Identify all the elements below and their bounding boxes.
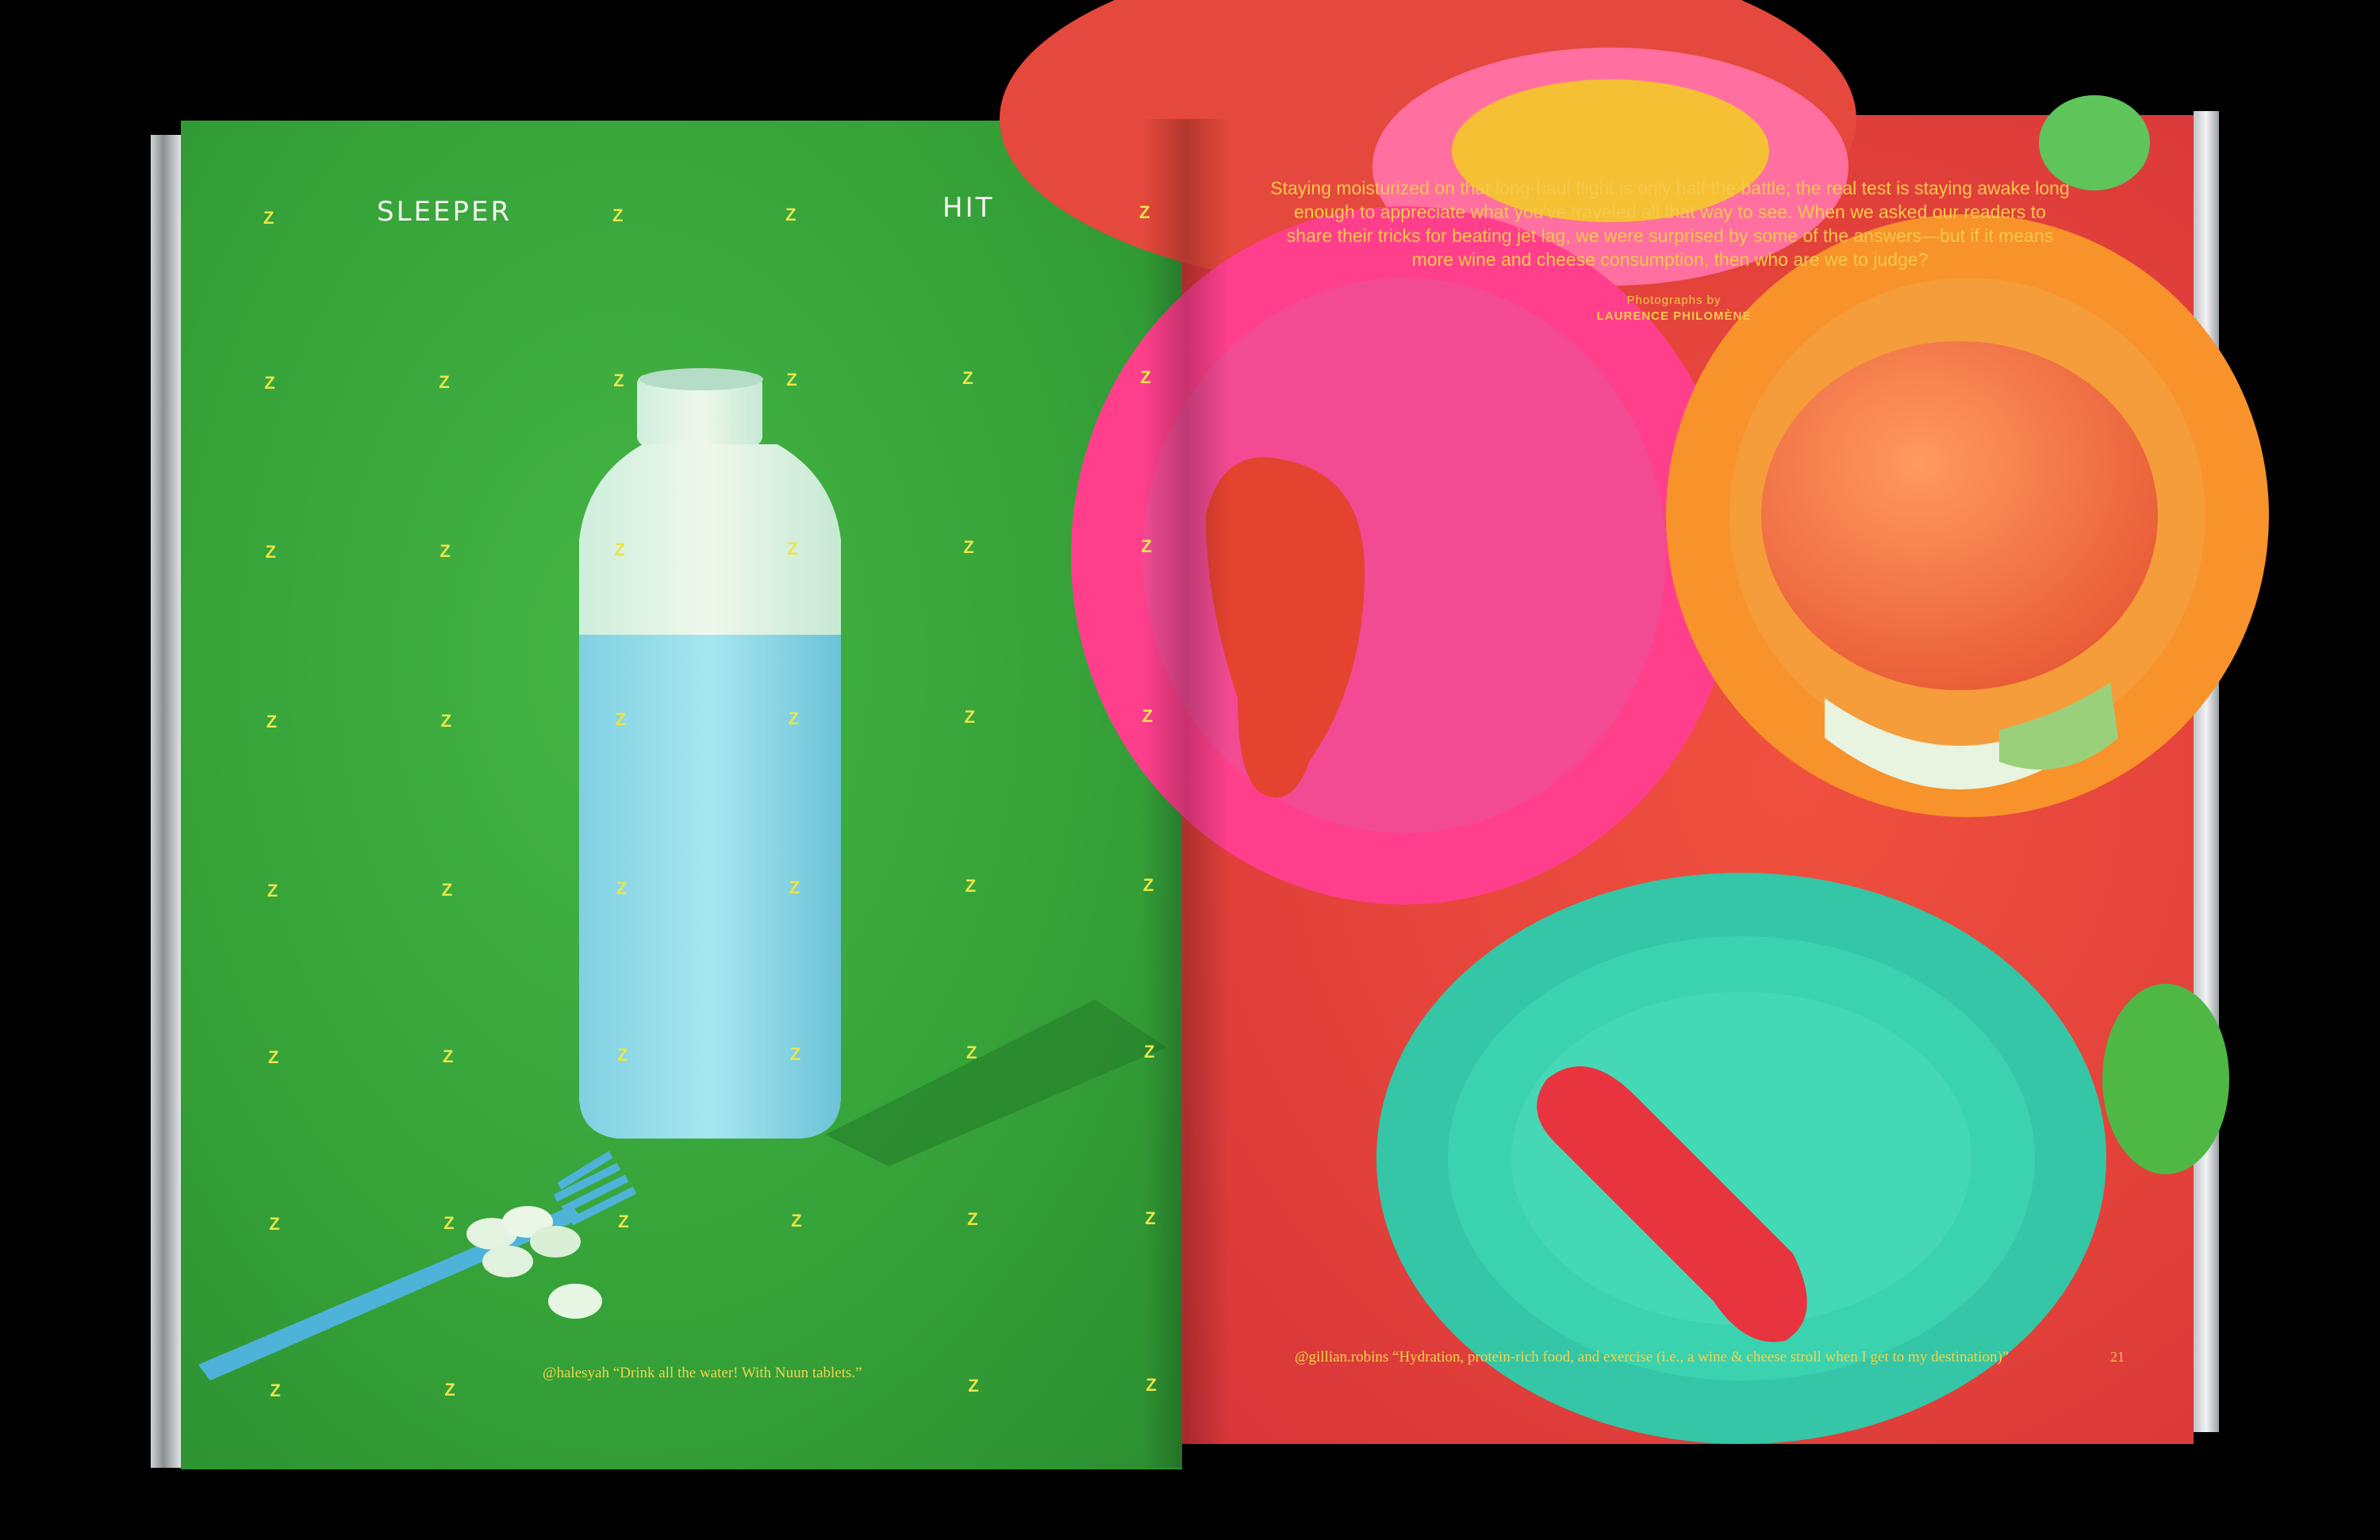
headline-hit: HIT [942,192,995,224]
z-letter: Z [443,1212,455,1233]
z-letter: Z [264,373,275,393]
z-letter: Z [1146,1374,1157,1395]
z-letter: Z [1142,705,1154,726]
fork-with-tablets-photo [198,1150,637,1381]
z-letter: Z [444,1379,455,1400]
z-letter: Z [265,542,276,562]
z-letter: Z [270,1381,281,1400]
z-letter: Z [1145,1208,1156,1228]
water-bottle-photo [579,368,841,1139]
z-letter: Z [963,537,974,557]
z-letter: Z [785,204,797,225]
z-letter: Z [617,1045,628,1065]
z-letter: Z [789,877,800,897]
caption-right-quote: “Hydration, protein-rich food, and exerc… [1392,1349,2010,1365]
z-letter: Z [1140,367,1151,387]
z-letter: Z [613,371,624,390]
z-letter: Z [1144,1041,1155,1062]
z-letter: Z [443,1046,454,1066]
z-letter: Z [1141,536,1152,556]
z-letter: Z [269,1214,280,1234]
caption-left-quote: “Drink all the water! With Nuun tablets.… [612,1365,862,1381]
z-letter: Z [786,369,797,390]
z-letter: Z [968,1376,979,1396]
z-letter: Z [441,879,453,900]
z-letter: Z [787,538,798,559]
headline-sleeper: SLEEPER [377,196,512,228]
intro-paragraph: Staying moisturized on that long-haul fl… [1270,178,2070,270]
caption-right: @gillian.robins “Hydration, protein-rich… [1295,1349,2009,1366]
z-letter: Z [614,540,625,559]
z-letter: Z [791,1210,802,1231]
caption-left-handle: @halesyah [543,1365,609,1381]
z-letter: Z [967,1209,978,1229]
z-letter: Z [790,1043,801,1064]
z-letter: Z [1139,202,1150,222]
z-letter: Z [612,205,624,225]
z-letter: Z [618,1212,629,1231]
page-number: 21 [2110,1349,2125,1365]
photo-credit-name: LAURENCE PHILOMÈNE [1596,309,1752,323]
z-letter: Z [267,881,278,901]
bottle-shadow [825,1000,1166,1166]
z-letter: Z [615,709,627,729]
caption-right-handle: @gillian.robins [1295,1349,1389,1365]
z-letter: Z [964,707,976,727]
z-letter: Z [440,710,452,731]
z-letter: Z [966,1043,977,1062]
z-letter: Z [965,876,977,896]
magazine-spread: SLEEPER HIT Z Z Z Z Z Z Z Z Z Z Z Z Z Z Z Z Z Z Z Z Z Z Z Z Z Z Z Z… [0,0,2380,1540]
caption-left: @halesyah “Drink all the water! With Nuu… [543,1365,862,1382]
photo-credit-label: Photographs by [1626,294,1722,307]
z-letter: Z [263,208,274,228]
spine-gutter [1142,119,1230,1468]
z-letter: Z [788,708,800,728]
z-letter: Z [1142,874,1154,895]
z-letter: Z [266,712,278,732]
z-letter: Z [439,371,450,392]
z-letter: Z [962,368,973,388]
z-letter: Z [440,540,451,561]
z-letter: Z [268,1047,279,1067]
z-letter: Z [616,878,628,898]
